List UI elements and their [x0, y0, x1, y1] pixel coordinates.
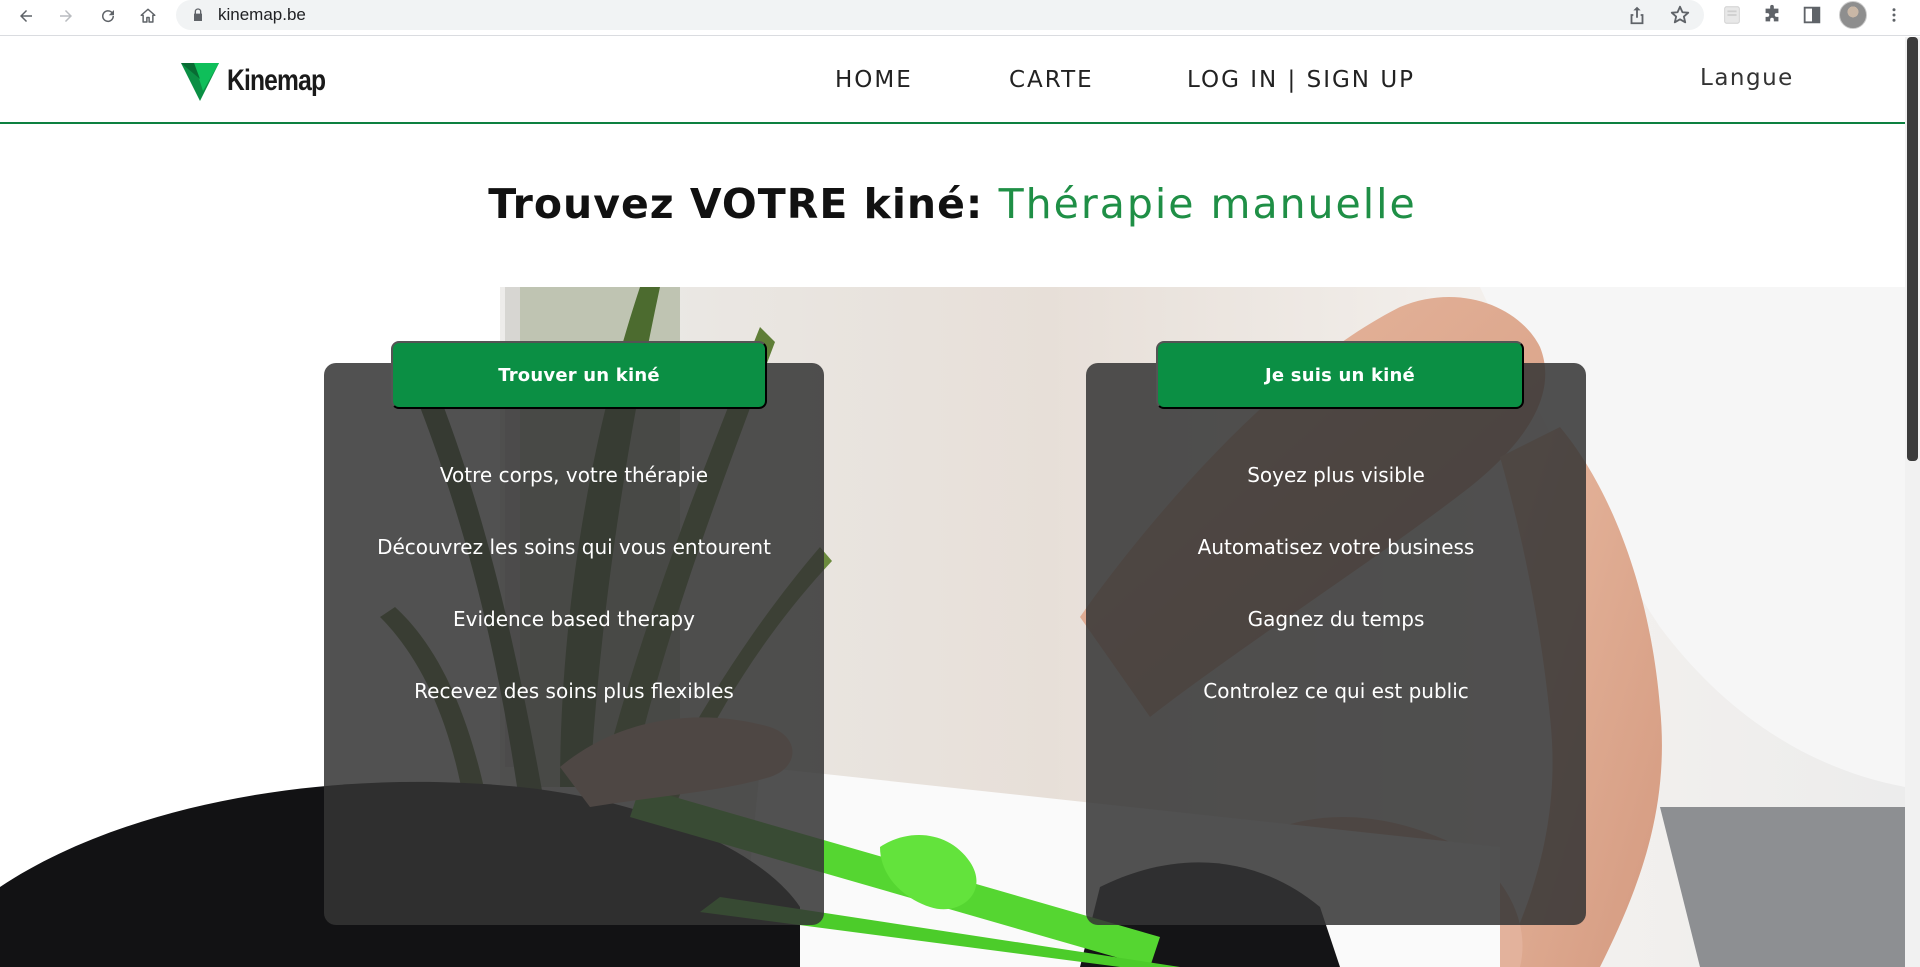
list-item: Evidence based therapy	[453, 607, 695, 631]
address-bar[interactable]: kinemap.be	[176, 0, 1704, 30]
puzzle-icon[interactable]	[1761, 4, 1783, 26]
nav-login-signup-link[interactable]: LOG IN | SIGN UP	[1187, 67, 1415, 93]
site-header: Kinemap HOME CARTE LOG IN | SIGN UP Lang…	[0, 37, 1905, 124]
i-am-kine-button[interactable]: Je suis un kiné	[1156, 341, 1524, 409]
lock-icon[interactable]	[190, 7, 206, 23]
back-icon[interactable]	[12, 2, 40, 30]
browser-toolbar: kinemap.be	[0, 0, 1920, 36]
url-text[interactable]: kinemap.be	[218, 5, 306, 25]
profile-avatar[interactable]	[1839, 1, 1867, 29]
page-title: Trouvez VOTRE kiné: Thérapie manuelle	[0, 180, 1905, 228]
bookmark-star-icon[interactable]	[1669, 4, 1691, 26]
page-title-prefix: Trouvez VOTRE kiné:	[488, 180, 984, 228]
list-item: Découvrez les soins qui vous entourent	[377, 535, 771, 559]
patient-card: Votre corps, votre thérapie Découvrez le…	[324, 363, 824, 925]
list-item: Recevez des soins plus flexibles	[414, 679, 734, 703]
page-title-highlight: Thérapie manuelle	[998, 180, 1417, 228]
side-panel-icon[interactable]	[1801, 4, 1823, 26]
nav-carte-link[interactable]: CARTE	[1009, 67, 1094, 93]
forward-icon[interactable]	[52, 2, 80, 30]
hero-background-image	[0, 287, 1905, 967]
share-icon[interactable]	[1626, 4, 1648, 26]
home-icon[interactable]	[134, 2, 162, 30]
language-selector[interactable]: Langue	[1700, 65, 1794, 91]
scrollbar-thumb[interactable]	[1907, 37, 1918, 461]
list-item: Votre corps, votre thérapie	[439, 463, 709, 487]
list-item: Gagnez du temps	[1247, 607, 1425, 631]
logo-text: Kinemap	[227, 64, 326, 97]
list-item: Soyez plus visible	[1247, 463, 1425, 487]
therapist-card: Soyez plus visible Automatisez votre bus…	[1086, 363, 1586, 925]
reload-icon[interactable]	[94, 2, 122, 30]
menu-kebab-icon[interactable]	[1885, 4, 1903, 26]
logo[interactable]: Kinemap	[181, 61, 347, 101]
nav-home-link[interactable]: HOME	[835, 67, 913, 93]
therapist-benefits-list: Soyez plus visible Automatisez votre bus…	[1086, 463, 1586, 751]
kinemap-logo-icon	[181, 63, 219, 101]
list-item: Controlez ce qui est public	[1203, 679, 1469, 703]
patient-benefits-list: Votre corps, votre thérapie Découvrez le…	[324, 463, 824, 751]
list-item: Automatisez votre business	[1197, 535, 1475, 559]
find-kine-button[interactable]: Trouver un kiné	[391, 341, 767, 409]
extension-icon[interactable]	[1721, 4, 1743, 26]
